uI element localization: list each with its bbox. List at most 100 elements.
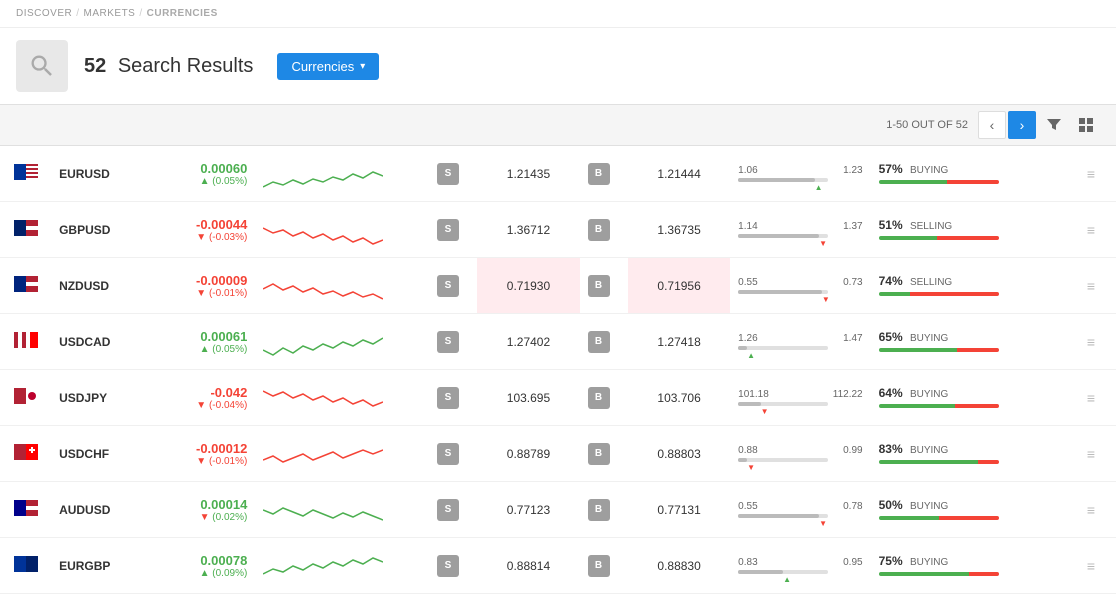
pair-label[interactable]: USDCHF: [51, 426, 153, 482]
sentiment-pct: 75%: [879, 554, 903, 568]
buy-button-cell[interactable]: B: [580, 202, 629, 258]
row-menu[interactable]: ≡: [1075, 482, 1116, 538]
buy-button[interactable]: B: [588, 275, 610, 297]
row-menu[interactable]: ≡: [1075, 370, 1116, 426]
next-page-button[interactable]: ›: [1008, 111, 1036, 139]
sell-button-cell[interactable]: S: [429, 202, 478, 258]
currencies-button[interactable]: Currencies ▾: [277, 53, 379, 80]
row-menu-icon[interactable]: ≡: [1083, 222, 1099, 238]
row-menu[interactable]: ≡: [1075, 258, 1116, 314]
result-title: Search Results: [118, 55, 254, 77]
breadcrumb-markets[interactable]: MARKETS: [84, 8, 136, 19]
buy-button[interactable]: B: [588, 331, 610, 353]
table-row[interactable]: AUDUSD 0.00014 ▼ (0.02%) S 0.77123 B 0.7…: [0, 482, 1116, 538]
buy-button[interactable]: B: [588, 499, 610, 521]
buy-button-cell[interactable]: B: [580, 146, 629, 202]
buy-button[interactable]: B: [588, 219, 610, 241]
sell-button[interactable]: S: [437, 443, 459, 465]
table-row[interactable]: GBPUSD -0.00044 ▼ (-0.03%) S 1.36712 B 1…: [0, 202, 1116, 258]
buy-button-cell[interactable]: B: [580, 482, 629, 538]
change-cell: -0.00044 ▼ (-0.03%): [153, 202, 255, 258]
sell-price: 1.36712: [477, 202, 579, 258]
buy-button-cell[interactable]: B: [580, 538, 629, 594]
row-menu[interactable]: ≡: [1075, 426, 1116, 482]
table-row[interactable]: EURUSD 0.00060 ▲ (0.05%) S 1.21435 B 1.2…: [0, 146, 1116, 202]
buy-button-cell[interactable]: B: [580, 370, 629, 426]
pair-label[interactable]: USDCAD: [51, 314, 153, 370]
row-menu-icon[interactable]: ≡: [1083, 334, 1099, 350]
row-menu[interactable]: ≡: [1075, 314, 1116, 370]
flag-cell: [0, 146, 51, 202]
sell-button-cell[interactable]: S: [429, 426, 478, 482]
sentiment-cell: 50% BUYING: [871, 482, 1075, 538]
sell-button-cell[interactable]: S: [429, 146, 478, 202]
sell-button-cell[interactable]: S: [429, 538, 478, 594]
row-menu[interactable]: ≡: [1075, 202, 1116, 258]
sell-button[interactable]: S: [437, 163, 459, 185]
sentiment-pct: 64%: [879, 386, 903, 400]
row-menu[interactable]: ≡: [1075, 538, 1116, 594]
chart-cell: [255, 314, 429, 370]
row-menu-icon[interactable]: ≡: [1083, 502, 1099, 518]
range-cell: 0.55 0.78 ▼: [730, 482, 870, 538]
chart-cell: [255, 146, 429, 202]
pair-label[interactable]: AUDUSD: [51, 482, 153, 538]
range-high: 0.78: [843, 501, 862, 512]
buy-button-cell[interactable]: B: [580, 258, 629, 314]
pair-label[interactable]: EURUSD: [51, 146, 153, 202]
chart-cell: [255, 482, 429, 538]
sell-button-cell[interactable]: S: [429, 258, 478, 314]
row-menu-icon[interactable]: ≡: [1083, 278, 1099, 294]
buy-button-cell[interactable]: B: [580, 426, 629, 482]
currencies-arrow-icon: ▾: [360, 61, 365, 72]
row-menu-icon[interactable]: ≡: [1083, 390, 1099, 406]
sell-price: 1.27402: [477, 314, 579, 370]
buy-price: 0.88803: [628, 426, 730, 482]
sell-button-cell[interactable]: S: [429, 314, 478, 370]
pair-label[interactable]: NZDUSD: [51, 258, 153, 314]
sentiment-cell: 51% SELLING: [871, 202, 1075, 258]
table-row[interactable]: NZDUSD -0.00009 ▼ (-0.01%) S 0.71930 B 0…: [0, 258, 1116, 314]
pair-label[interactable]: EURGBP: [51, 538, 153, 594]
prev-page-button[interactable]: ‹: [978, 111, 1006, 139]
breadcrumb-sep1: /: [76, 8, 79, 19]
sell-button[interactable]: S: [437, 275, 459, 297]
sell-button-cell[interactable]: S: [429, 370, 478, 426]
sentiment-label: BUYING: [910, 389, 948, 400]
range-high: 1.37: [843, 221, 862, 232]
sell-button-cell[interactable]: S: [429, 482, 478, 538]
table-row[interactable]: USDJPY -0.042 ▼ (-0.04%) S 103.695 B 103…: [0, 370, 1116, 426]
table-row[interactable]: USDCHF -0.00012 ▼ (-0.01%) S 0.88789 B 0…: [0, 426, 1116, 482]
pair-label[interactable]: GBPUSD: [51, 202, 153, 258]
sell-button[interactable]: S: [437, 219, 459, 241]
buy-button[interactable]: B: [588, 387, 610, 409]
sell-button[interactable]: S: [437, 555, 459, 577]
buy-button-cell[interactable]: B: [580, 314, 629, 370]
pair-label[interactable]: USDJPY: [51, 370, 153, 426]
range-low: 0.83: [738, 557, 757, 568]
sell-price: 0.71930: [477, 258, 579, 314]
flag-cell: [0, 482, 51, 538]
sell-button[interactable]: S: [437, 387, 459, 409]
change-cell: 0.00060 ▲ (0.05%): [153, 146, 255, 202]
row-menu-icon[interactable]: ≡: [1083, 166, 1099, 182]
buy-button[interactable]: B: [588, 555, 610, 577]
grid-view-icon[interactable]: [1072, 111, 1100, 139]
table-row[interactable]: USDCAD 0.00061 ▲ (0.05%) S 1.27402 B 1.2…: [0, 314, 1116, 370]
row-menu-icon[interactable]: ≡: [1083, 558, 1099, 574]
sell-button[interactable]: S: [437, 331, 459, 353]
breadcrumb-discover[interactable]: DISCOVER: [16, 8, 72, 19]
sentiment-cell: 57% BUYING: [871, 146, 1075, 202]
table-row[interactable]: EURGBP 0.00078 ▲ (0.09%) S 0.88814 B 0.8…: [0, 538, 1116, 594]
change-cell: 0.00078 ▲ (0.09%): [153, 538, 255, 594]
sentiment-pct: 51%: [879, 218, 903, 232]
buy-button[interactable]: B: [588, 443, 610, 465]
row-menu[interactable]: ≡: [1075, 146, 1116, 202]
range-high: 1.47: [843, 333, 862, 344]
sell-price: 0.88789: [477, 426, 579, 482]
row-menu-icon[interactable]: ≡: [1083, 446, 1099, 462]
chart-cell: [255, 202, 429, 258]
buy-button[interactable]: B: [588, 163, 610, 185]
sell-button[interactable]: S: [437, 499, 459, 521]
filter-icon[interactable]: [1040, 111, 1068, 139]
